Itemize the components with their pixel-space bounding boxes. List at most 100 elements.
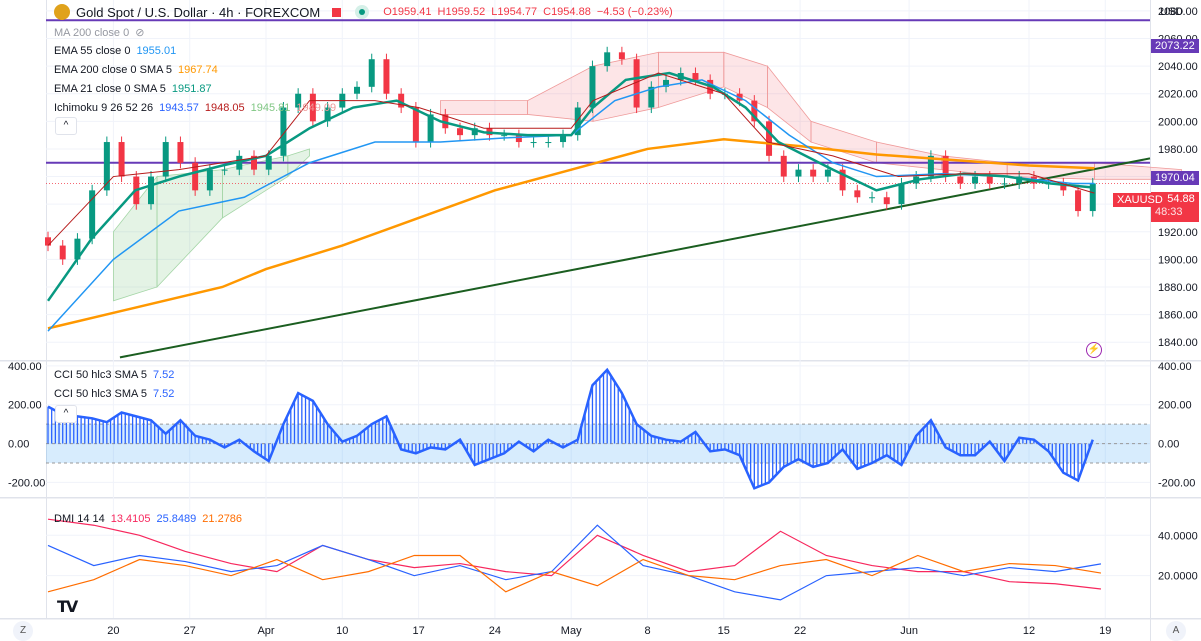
candle-body	[368, 59, 375, 87]
candle-body	[412, 107, 419, 143]
legend-cci-2[interactable]: CCI 50 hlc3 SMA 5 7.52	[54, 388, 180, 400]
left-border	[46, 0, 47, 618]
pane-divider	[0, 497, 1201, 499]
hidden-eye-icon[interactable]: ⊘	[135, 27, 144, 39]
cci-tick-label: 400.00	[1158, 361, 1192, 373]
price-tick-label: 2040.00	[1158, 61, 1198, 73]
candle-body	[515, 135, 522, 143]
legend-value: 1949.09	[296, 102, 337, 114]
axis-divider	[1150, 0, 1151, 641]
timezone-z-button[interactable]: Z	[13, 621, 33, 641]
legend-value: 1951.87	[171, 83, 212, 95]
legend-label: MA 200 close 0	[54, 27, 130, 39]
ohlc-open: O1959.41	[383, 6, 432, 18]
dmi-tick-label: 20.0000	[1158, 571, 1198, 583]
lightning-alert-icon[interactable]: ⚡	[1086, 342, 1102, 358]
candle-body	[692, 73, 699, 80]
legend-label: EMA 200 close 0 SMA 5	[54, 64, 173, 76]
legend-value: 7.52	[152, 388, 175, 400]
ichimoku-cloud-segment	[767, 64, 812, 143]
candle-body	[869, 197, 876, 199]
symbol-title[interactable]: Gold Spot / U.S. Dollar · 4h · FOREXCOM	[76, 5, 320, 20]
collapse-cci-legend-button[interactable]: ^	[55, 405, 77, 423]
candle-body	[501, 135, 508, 137]
legend-label: EMA 55 close 0	[54, 45, 131, 57]
dmi-di-line	[47, 524, 1102, 601]
hline-price-tag: 1970.04	[1151, 171, 1199, 185]
legend-ema55[interactable]: EMA 55 close 0 1955.01	[54, 45, 182, 57]
ichimoku-cloud-segment	[439, 100, 528, 115]
price-tick-label: 1920.00	[1158, 227, 1198, 239]
candle-body	[972, 176, 979, 184]
legend-label: DMI 14 14	[54, 513, 105, 525]
gold-coin-icon	[54, 4, 70, 20]
legend-value: 1955.01	[136, 45, 177, 57]
currency-selector[interactable]: USD	[1160, 6, 1183, 18]
candle-body	[383, 59, 390, 94]
legend-value: 21.2786	[202, 513, 243, 525]
time-tick-label: 17	[412, 625, 424, 637]
ohlc-high: H1959.52	[437, 6, 486, 18]
legend-ichimoku[interactable]: Ichimoku 9 26 52 26 1943.57 1948.05 1945.81…	[54, 102, 342, 114]
candle-body	[45, 237, 51, 246]
candle-body	[118, 142, 125, 177]
symbol-header: Gold Spot / U.S. Dollar · 4h · FOREXCOM …	[54, 4, 673, 20]
legend-dmi[interactable]: DMI 14 14 13.4105 25.8489 21.2786	[54, 513, 248, 525]
tradingview-logo[interactable]: TV	[57, 597, 78, 616]
cci-tick-label: 0.00	[8, 439, 29, 451]
legend-label: CCI 50 hlc3 SMA 5	[54, 388, 147, 400]
time-tick-label: 10	[336, 625, 348, 637]
candle-body	[780, 155, 787, 177]
cci-tick-label: 400.00	[8, 361, 42, 373]
candle-body	[604, 52, 611, 67]
candle-body	[59, 245, 66, 260]
candle-body	[810, 169, 817, 177]
legend-label: Ichimoku 9 26 52 26	[54, 102, 154, 114]
price-tick-label: 1880.00	[1158, 282, 1198, 294]
time-tick-label: Jun	[900, 625, 918, 637]
time-tick-label: 15	[718, 625, 730, 637]
legend-ema200[interactable]: EMA 200 close 0 SMA 5 1967.74	[54, 64, 224, 76]
pane-divider	[0, 360, 1201, 362]
legend-value: 7.52	[152, 369, 175, 381]
time-tick-label: 12	[1023, 625, 1035, 637]
candle-body	[221, 169, 228, 171]
price-tick-label: 2000.00	[1158, 116, 1198, 128]
time-tick-label: 27	[184, 625, 196, 637]
cci-tick-label: -200.00	[1158, 477, 1195, 489]
candle-body	[883, 197, 890, 205]
time-tick-label: 20	[107, 625, 119, 637]
ohlc-low: L1954.77	[491, 6, 538, 18]
candle-body	[1001, 183, 1008, 185]
collapse-legend-button[interactable]: ^	[55, 117, 77, 135]
price-tick-label: 1980.00	[1158, 144, 1198, 156]
cci-tick-label: 0.00	[1158, 439, 1179, 451]
ohlc-close: C1954.88	[543, 6, 591, 18]
legend-value: 1943.57	[159, 102, 199, 114]
ohlc-change: −4.53 (−0.23%)	[596, 6, 673, 18]
candle-body	[898, 183, 905, 205]
symbol-tag: XAUUSD	[1113, 193, 1167, 207]
candle-body	[265, 155, 272, 170]
market-open-icon	[355, 5, 370, 19]
auto-scale-button[interactable]: A	[1166, 621, 1186, 641]
candle-body	[795, 169, 802, 177]
chart-canvas[interactable]: 2027Apr101724May81522Jun12192080.002060.…	[0, 0, 1201, 641]
time-tick-label: 24	[489, 625, 501, 637]
legend-value: 1967.74	[178, 64, 218, 76]
candle-body	[824, 169, 831, 177]
cci-tick-label: 200.00	[1158, 400, 1192, 412]
candle-body	[766, 121, 773, 156]
candle-body	[986, 176, 993, 184]
flag-icon[interactable]	[332, 7, 342, 17]
legend-ma200[interactable]: MA 200 close 0 ⊘	[54, 26, 150, 39]
candle-body	[206, 169, 213, 191]
time-tick-label: 22	[794, 625, 806, 637]
candle-body	[1075, 190, 1082, 212]
candle-body	[957, 176, 964, 184]
time-tick-label: Apr	[257, 625, 274, 637]
bar-countdown: 48:33	[1155, 206, 1183, 218]
legend-cci-1[interactable]: CCI 50 hlc3 SMA 5 7.52	[54, 369, 180, 381]
candle-body	[854, 190, 861, 198]
legend-ema21[interactable]: EMA 21 close 0 SMA 5 1951.87	[54, 83, 218, 95]
